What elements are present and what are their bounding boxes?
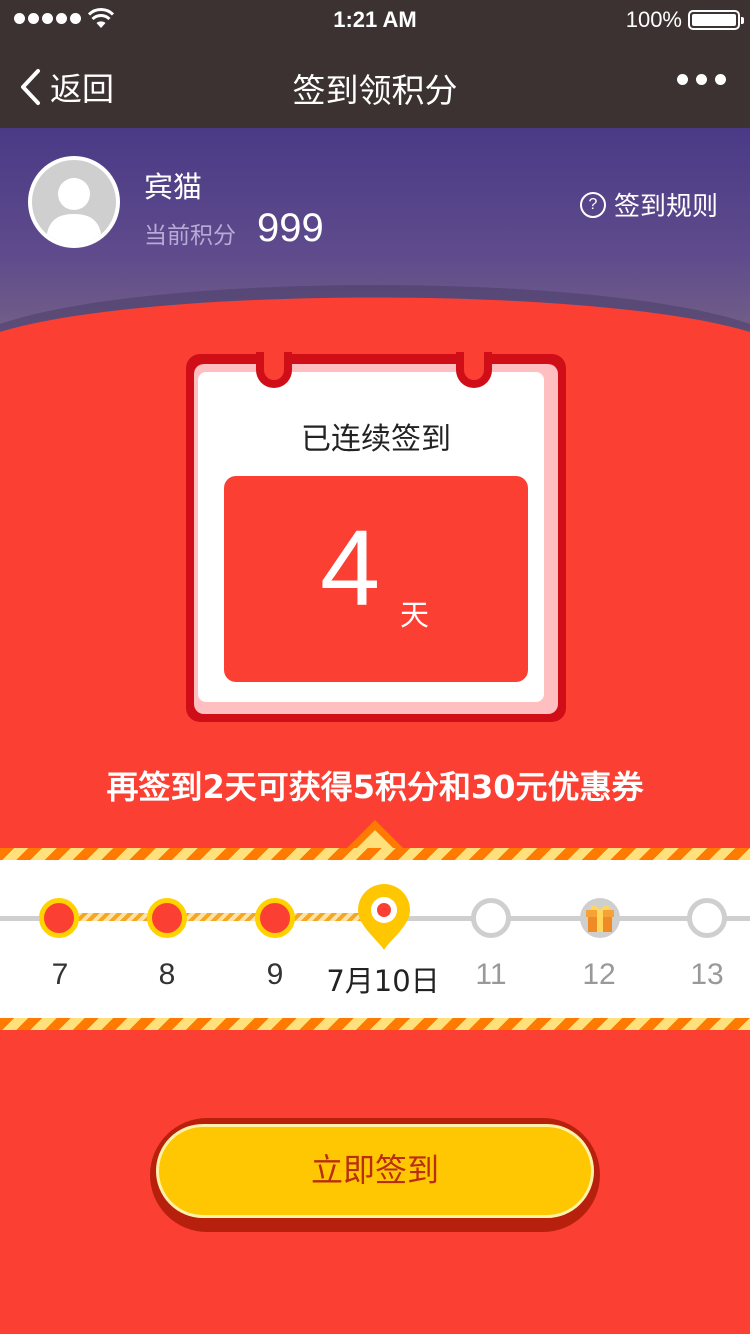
day-label: 9 — [266, 958, 284, 991]
day-label: 11 — [475, 958, 507, 991]
pointer-arrow-icon — [345, 820, 405, 850]
location-pin-icon — [358, 884, 410, 950]
timeline-border-bottom — [0, 1018, 750, 1030]
sign-in-rules-link[interactable]: ? 签到规则 — [579, 186, 718, 223]
sign-in-page: 1:21 AM 100% 返回 签到领积分 宾猫 当前积分 999 ? 签到规则… — [0, 0, 750, 1334]
user-name: 宾猫 — [144, 170, 203, 204]
day-11-dot — [471, 898, 511, 938]
timeline-border-top — [0, 848, 750, 860]
streak-days: 4 — [320, 507, 381, 628]
default-user-icon — [46, 178, 102, 244]
calendar-ring-icon — [256, 352, 292, 388]
day-label: 13 — [690, 958, 724, 991]
day-label: 7 — [51, 958, 69, 991]
day-7-signed-dot — [39, 898, 79, 938]
streak-unit: 天 — [400, 598, 430, 632]
gift-icon — [580, 898, 620, 938]
page-title: 签到领积分 — [292, 71, 458, 110]
timeline-progress — [60, 913, 384, 921]
calendar-ring-icon — [456, 352, 492, 388]
day-label: 12 — [582, 958, 616, 991]
day-label: 8 — [158, 958, 176, 991]
question-icon: ? — [579, 191, 606, 218]
streak-title: 已连续签到 — [301, 422, 451, 457]
rules-label: 签到规则 — [613, 192, 718, 222]
day-label-today: 7月10日 — [326, 964, 440, 998]
battery-percentage: 100% — [625, 7, 682, 32]
sign-in-button-frame: 立即签到 — [150, 1118, 600, 1232]
battery-icon — [688, 10, 744, 30]
day-9-signed-dot — [255, 898, 295, 938]
streak-calendar-card: 已连续签到 4 天 — [186, 352, 566, 722]
more-options-button[interactable] — [677, 74, 726, 85]
status-bar: 1:21 AM 100% — [0, 0, 750, 40]
navigation-bar: 返回 签到领积分 — [0, 40, 750, 128]
avatar[interactable] — [28, 156, 120, 248]
day-8-signed-dot — [147, 898, 187, 938]
points-value: 999 — [257, 206, 324, 250]
points-label: 当前积分 — [144, 223, 236, 249]
streak-count-box: 4 天 — [224, 476, 528, 682]
sign-in-button[interactable]: 立即签到 — [156, 1124, 594, 1218]
reward-hint: 再签到2天可获得5积分和30元优惠券 — [106, 768, 644, 806]
day-13-dot — [687, 898, 727, 938]
